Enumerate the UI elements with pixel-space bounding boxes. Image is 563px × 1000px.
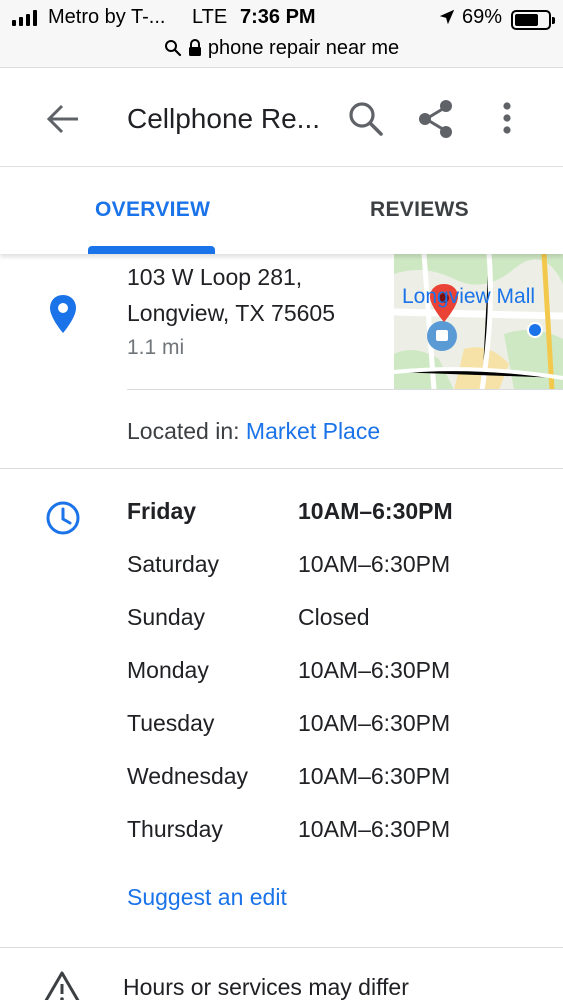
tab-bar: OVERVIEW REVIEWS <box>0 168 563 254</box>
hours-time: Closed <box>298 604 370 630</box>
map-thumbnail[interactable]: Longview Mall <box>394 254 563 390</box>
hours-row: Thursday 10AM–6:30PM <box>127 814 547 867</box>
status-time: 7:36 PM <box>240 6 316 28</box>
hours-time: 10AM–6:30PM <box>298 657 451 683</box>
hours-time: 10AM–6:30PM <box>298 710 451 736</box>
map-place-label: Longview Mall <box>402 285 536 308</box>
hours-notice: Hours or services may differ <box>123 974 409 1000</box>
hours-list[interactable]: Friday 10AM–6:30PM Saturday 10AM–6:30PM Sund… <box>127 496 547 867</box>
hours-row: Sunday Closed <box>127 602 547 655</box>
place-title: Cellphone Re... <box>127 103 321 134</box>
map-graphic <box>394 254 563 390</box>
suggest-edit-link[interactable]: Suggest an edit <box>127 884 287 911</box>
signal-icon <box>12 10 37 26</box>
hours-row: Friday 10AM–6:30PM <box>127 496 547 549</box>
location-arrow-icon <box>439 9 455 25</box>
hours-row: Monday 10AM–6:30PM <box>127 655 547 708</box>
clock-icon <box>46 501 80 535</box>
tab-reviews[interactable]: REVIEWS <box>370 198 469 222</box>
address-line-1: 103 W Loop 281, <box>127 264 303 290</box>
search-icon[interactable] <box>344 97 388 141</box>
hours-day: Saturday <box>127 551 220 577</box>
url-text: phone repair near me <box>207 36 400 59</box>
status-bar: Metro by T-... LTE 7:36 PM 69% phone rep… <box>0 0 563 68</box>
hours-time: 10AM–6:30PM <box>298 816 451 842</box>
location-pin-icon <box>50 295 76 333</box>
hours-day: Sunday <box>127 604 206 630</box>
battery-percent: 69% <box>462 6 503 28</box>
share-icon[interactable] <box>414 97 458 141</box>
warning-icon <box>44 971 80 1000</box>
hours-row: Wednesday 10AM–6:30PM <box>127 761 547 814</box>
search-icon <box>164 40 181 57</box>
hours-day: Friday <box>127 498 197 524</box>
app-bar: Cellphone Re... <box>0 69 563 167</box>
active-tab-indicator <box>88 246 215 254</box>
divider <box>0 468 563 469</box>
carrier-label: Metro by T-... <box>48 6 166 28</box>
address-line-2: Longview, TX 75605 <box>127 300 336 326</box>
hours-day: Thursday <box>127 816 223 842</box>
back-arrow-icon[interactable] <box>38 97 88 141</box>
lock-icon <box>188 39 201 56</box>
hours-row: Tuesday 10AM–6:30PM <box>127 708 547 761</box>
hours-day: Monday <box>127 657 209 683</box>
hours-time: 10AM–6:30PM <box>298 498 453 524</box>
divider <box>127 389 563 390</box>
status-row: Metro by T-... LTE 7:36 PM 69% <box>0 4 563 32</box>
battery-icon <box>511 10 555 30</box>
url-bar[interactable]: phone repair near me <box>0 34 563 62</box>
located-in-link[interactable]: Market Place <box>246 418 380 444</box>
tab-overview[interactable]: OVERVIEW <box>95 198 210 222</box>
hours-day: Wednesday <box>127 763 249 789</box>
more-vert-icon[interactable] <box>490 97 524 141</box>
distance-label: 1.1 mi <box>127 336 185 359</box>
hours-day: Tuesday <box>127 710 215 736</box>
located-in-row: Located in: Market Place <box>127 418 380 445</box>
hours-time: 10AM–6:30PM <box>298 551 451 577</box>
located-in-label: Located in: <box>127 418 246 444</box>
network-label: LTE <box>192 6 228 28</box>
hours-time: 10AM–6:30PM <box>298 763 451 789</box>
address-section[interactable]: 103 W Loop 281, Longview, TX 75605 1.1 m… <box>0 254 563 468</box>
divider <box>0 947 563 948</box>
hours-row: Saturday 10AM–6:30PM <box>127 549 547 602</box>
